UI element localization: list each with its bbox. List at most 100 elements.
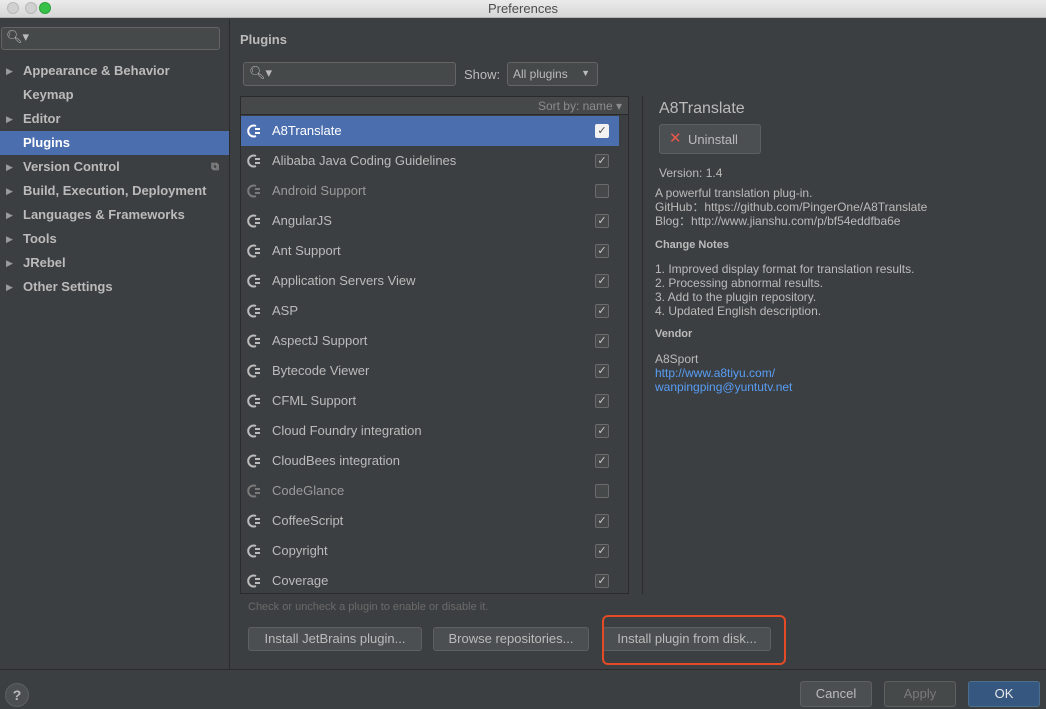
- ok-button[interactable]: OK: [968, 681, 1040, 707]
- plugin-icon: [247, 184, 260, 198]
- description-line: Blog：http://www.jianshu.com/p/bf54eddfba…: [655, 214, 901, 228]
- plugin-name: Ant Support: [272, 243, 341, 258]
- chevron-right-icon[interactable]: ▶: [6, 251, 13, 275]
- plugin-row[interactable]: AngularJS ✓: [241, 206, 619, 236]
- plugin-row[interactable]: AspectJ Support ✓: [241, 326, 619, 356]
- sidebar-item-build-execution-deployment[interactable]: ▶ Build, Execution, Deployment: [0, 179, 229, 203]
- plugin-icon: [247, 544, 260, 558]
- sidebar-item-label: Other Settings: [23, 279, 113, 294]
- description-line: GitHub：https://github.com/PingerOne/A8Tr…: [655, 200, 928, 214]
- uninstall-button[interactable]: ✕ Uninstall: [659, 124, 761, 154]
- plugin-enabled-checkbox[interactable]: ✓: [595, 454, 609, 468]
- vendor-url-link[interactable]: http://www.a8tiyu.com/: [655, 366, 792, 380]
- chevron-right-icon[interactable]: ▶: [6, 227, 13, 251]
- chevron-right-icon[interactable]: ▶: [6, 179, 13, 203]
- plugin-icon: [247, 394, 260, 408]
- chevron-right-icon[interactable]: ▶: [6, 155, 13, 179]
- sidebar-item-label: Build, Execution, Deployment: [23, 183, 207, 198]
- plugin-icon: [247, 154, 260, 168]
- plugin-name: AngularJS: [272, 213, 332, 228]
- plugin-name: Alibaba Java Coding Guidelines: [272, 153, 457, 168]
- plugin-icon: [247, 424, 260, 438]
- sidebar-item-languages-frameworks[interactable]: ▶ Languages & Frameworks: [0, 203, 229, 227]
- plugin-hint-text: Check or uncheck a plugin to enable or d…: [248, 601, 489, 613]
- plugin-name: Android Support: [272, 183, 366, 198]
- plugin-row[interactable]: Coverage ✓: [241, 566, 619, 593]
- search-icon: 🔍︎▾: [249, 65, 273, 80]
- chevron-right-icon[interactable]: ▶: [6, 107, 13, 131]
- plugin-enabled-checkbox[interactable]: [595, 184, 609, 198]
- plugin-enabled-checkbox[interactable]: [595, 484, 609, 498]
- chevron-right-icon[interactable]: ▶: [6, 203, 13, 227]
- plugin-enabled-checkbox[interactable]: ✓: [595, 544, 609, 558]
- plugin-enabled-checkbox[interactable]: ✓: [595, 274, 609, 288]
- plugin-list: Sort by: name ▾ A8Translate ✓ Alibaba Java…: [240, 96, 629, 594]
- cancel-button[interactable]: Cancel: [800, 681, 872, 707]
- plugin-name: Copyright: [272, 543, 328, 558]
- sidebar-item-jrebel[interactable]: ▶ JRebel: [0, 251, 229, 275]
- plugin-row[interactable]: ASP ✓: [241, 296, 619, 326]
- change-note-line: 3. Add to the plugin repository.: [655, 290, 817, 304]
- plugin-row[interactable]: Alibaba Java Coding Guidelines ✓: [241, 146, 619, 176]
- plugin-enabled-checkbox[interactable]: ✓: [595, 424, 609, 438]
- plugin-list-header: Sort by: name ▾: [241, 97, 628, 115]
- vendor-info: A8Sport http://www.a8tiyu.com/ wanpingpi…: [655, 352, 792, 394]
- plugin-enabled-checkbox[interactable]: ✓: [595, 574, 609, 588]
- plugin-row[interactable]: Application Servers View ✓: [241, 266, 619, 296]
- vendor-email-link[interactable]: wanpingping@yuntutv.net: [655, 380, 792, 394]
- browse-repositories-button[interactable]: Browse repositories...: [433, 627, 589, 651]
- sidebar-item-plugins[interactable]: Plugins: [0, 131, 229, 155]
- plugin-name: Application Servers View: [272, 273, 416, 288]
- plugin-enabled-checkbox[interactable]: ✓: [595, 154, 609, 168]
- plugin-search-input[interactable]: 🔍︎▾: [243, 62, 456, 86]
- chevron-right-icon[interactable]: ▶: [6, 275, 13, 299]
- plugin-row[interactable]: CFML Support ✓: [241, 386, 619, 416]
- install-jetbrains-plugin-button[interactable]: Install JetBrains plugin...: [248, 627, 422, 651]
- plugin-enabled-checkbox[interactable]: ✓: [595, 214, 609, 228]
- uninstall-label: Uninstall: [688, 132, 738, 147]
- sidebar-item-keymap[interactable]: Keymap: [0, 83, 229, 107]
- plugin-enabled-checkbox[interactable]: ✓: [595, 334, 609, 348]
- plugin-enabled-checkbox[interactable]: ✓: [595, 364, 609, 378]
- sidebar-item-version-control[interactable]: ▶ Version Control ⧉: [0, 155, 229, 179]
- plugin-name: ASP: [272, 303, 299, 318]
- plugin-enabled-checkbox[interactable]: ✓: [595, 514, 609, 528]
- plugin-enabled-checkbox[interactable]: ✓: [595, 304, 609, 318]
- sidebar-item-label: Appearance & Behavior: [23, 63, 170, 78]
- sidebar-item-label: Plugins: [23, 135, 70, 150]
- page-title: Plugins: [240, 32, 287, 47]
- sort-by-dropdown[interactable]: Sort by: name ▾: [538, 99, 622, 113]
- settings-search-input[interactable]: 🔍︎▾: [1, 27, 220, 50]
- show-filter-dropdown[interactable]: All plugins ▼: [507, 62, 598, 86]
- sidebar-item-tools[interactable]: ▶ Tools: [0, 227, 229, 251]
- plugin-row[interactable]: Android Support: [241, 176, 619, 206]
- plugin-row[interactable]: CoffeeScript ✓: [241, 506, 619, 536]
- plugin-icon: [247, 364, 260, 378]
- plugin-icon: [247, 574, 260, 588]
- plugin-row[interactable]: CloudBees integration ✓: [241, 446, 619, 476]
- change-note-line: 1. Improved display format for translati…: [655, 262, 915, 276]
- plugin-name: CloudBees integration: [272, 453, 400, 468]
- sidebar-item-label: Version Control: [23, 159, 120, 174]
- plugin-row[interactable]: Cloud Foundry integration ✓: [241, 416, 619, 446]
- chevron-right-icon[interactable]: ▶: [6, 59, 13, 83]
- plugin-icon: [247, 274, 260, 288]
- plugin-row[interactable]: CodeGlance: [241, 476, 619, 506]
- plugin-row[interactable]: A8Translate ✓: [241, 116, 619, 146]
- close-icon: ✕: [669, 130, 682, 147]
- change-notes: 1. Improved display format for translati…: [655, 262, 914, 318]
- help-button[interactable]: ?: [5, 683, 29, 707]
- plugin-row[interactable]: Bytecode Viewer ✓: [241, 356, 619, 386]
- plugin-name: CFML Support: [272, 393, 357, 408]
- plugin-row[interactable]: Ant Support ✓: [241, 236, 619, 266]
- sidebar-item-editor[interactable]: ▶ Editor: [0, 107, 229, 131]
- plugin-enabled-checkbox[interactable]: ✓: [595, 394, 609, 408]
- sidebar-item-other-settings[interactable]: ▶ Other Settings: [0, 275, 229, 299]
- sidebar-item-appearance-behavior[interactable]: ▶ Appearance & Behavior: [0, 59, 229, 83]
- plugin-enabled-checkbox[interactable]: ✓: [595, 124, 609, 138]
- plugin-row[interactable]: Copyright ✓: [241, 536, 619, 566]
- apply-button[interactable]: Apply: [884, 681, 956, 707]
- plugin-enabled-checkbox[interactable]: ✓: [595, 244, 609, 258]
- plugin-name: CoffeeScript: [272, 513, 344, 528]
- sidebar-item-label: JRebel: [23, 255, 66, 270]
